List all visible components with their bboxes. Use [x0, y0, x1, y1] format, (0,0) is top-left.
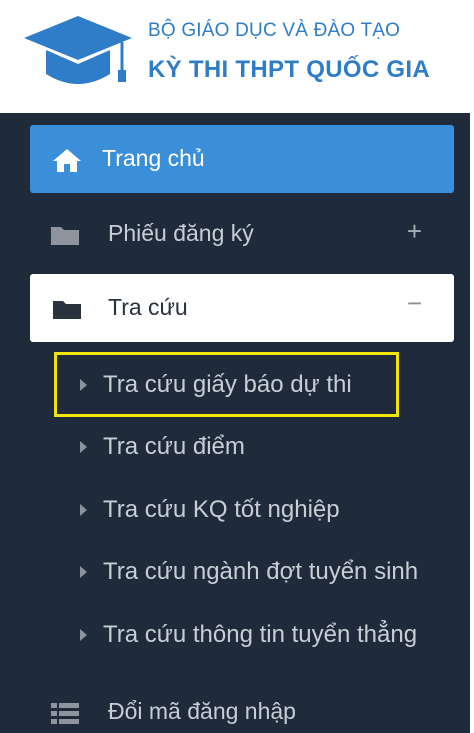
caret-right-icon	[80, 566, 87, 578]
list-icon	[51, 703, 79, 724]
sidebar-edge	[470, 113, 474, 733]
sidebar-item-label: Đổi mã đăng nhập	[108, 698, 296, 724]
folder-icon	[51, 227, 79, 245]
submenu-item-label: Tra cứu điểm	[103, 433, 245, 460]
caret-right-icon	[80, 504, 87, 516]
submenu-item-label: Tra cứu ngành đợt tuyển sinh	[103, 558, 419, 585]
sidebar-item-change-login-code[interactable]: Đổi mã đăng nhập	[30, 678, 454, 733]
caret-right-icon	[80, 629, 87, 641]
home-icon	[53, 149, 81, 172]
ministry-name: BỘ GIÁO DỤC VÀ ĐÀO TẠO	[148, 20, 401, 41]
folder-open-icon	[53, 301, 81, 319]
graduation-cap-icon	[24, 16, 132, 84]
sidebar-item-lookup[interactable]: Tra cứu −	[30, 274, 454, 342]
sidebar-item-label: Trang chủ	[102, 145, 205, 171]
sidebar-item-registration[interactable]: Phiếu đăng ký +	[30, 200, 454, 268]
caret-right-icon	[80, 441, 87, 453]
submenu-item-label: Tra cứu giấy báo dự thi	[103, 371, 352, 398]
sidebar-item-label: Phiếu đăng ký	[108, 220, 254, 246]
exam-title: KỲ THI THPT QUỐC GIA	[148, 56, 430, 83]
sidebar-item-home[interactable]: Trang chủ	[30, 125, 454, 193]
collapse-toggle[interactable]: −	[407, 288, 422, 319]
caret-right-icon	[80, 379, 87, 391]
submenu-item-label: Tra cứu thông tin tuyển thẳng	[103, 621, 418, 648]
header: BỘ GIÁO DỤC VÀ ĐÀO TẠO KỲ THI THPT QUỐC …	[0, 0, 474, 113]
sidebar-item-label: Tra cứu	[108, 294, 188, 320]
expand-toggle[interactable]: +	[407, 216, 422, 247]
submenu-item-label: Tra cứu KQ tốt nghiệp	[103, 496, 340, 523]
